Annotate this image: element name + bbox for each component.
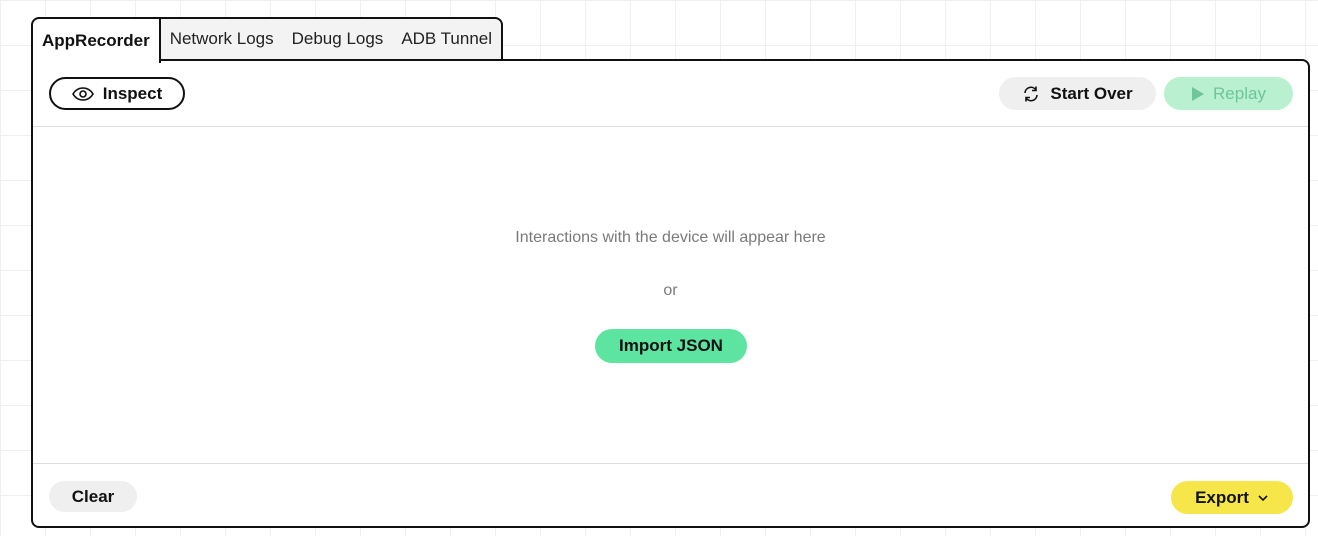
export-label: Export: [1195, 487, 1249, 507]
footer-bar: Clear Export: [33, 463, 1308, 528]
recorder-panel: Inspect Start Over Replay Interactions w…: [31, 59, 1310, 528]
or-separator: or: [663, 282, 678, 299]
tab-debug-logs[interactable]: Debug Logs: [282, 19, 393, 61]
clear-button[interactable]: Clear: [49, 481, 137, 512]
inspect-label: Inspect: [102, 83, 163, 103]
toolbar: Inspect Start Over Replay: [33, 61, 1308, 127]
replay-label: Replay: [1213, 83, 1266, 103]
import-json-button[interactable]: Import JSON: [595, 329, 747, 363]
tab-bar: AppRecorder Network Logs Debug Logs ADB …: [31, 17, 504, 63]
empty-state-message: Interactions with the device will appear…: [515, 229, 826, 246]
import-json-label: Import JSON: [619, 336, 723, 355]
refresh-icon: [1022, 85, 1040, 103]
start-over-label: Start Over: [1050, 83, 1133, 103]
chevron-down-icon: [1257, 494, 1269, 502]
replay-button[interactable]: Replay: [1164, 77, 1293, 110]
tab-adb-tunnel[interactable]: ADB Tunnel: [392, 19, 502, 61]
tab-label: AppRecorder: [42, 31, 150, 50]
inspect-button[interactable]: Inspect: [49, 77, 185, 110]
tab-label: Network Logs: [169, 29, 274, 48]
tab-apprecorder[interactable]: AppRecorder: [33, 19, 161, 63]
play-icon: [1191, 86, 1205, 102]
tab-network-logs[interactable]: Network Logs: [160, 19, 283, 61]
tab-label: Debug Logs: [291, 29, 384, 48]
start-over-button[interactable]: Start Over: [999, 77, 1156, 110]
clear-label: Clear: [71, 486, 115, 506]
eye-icon: [71, 86, 94, 101]
export-button[interactable]: Export: [1171, 481, 1293, 514]
tab-label: ADB Tunnel: [401, 29, 493, 48]
